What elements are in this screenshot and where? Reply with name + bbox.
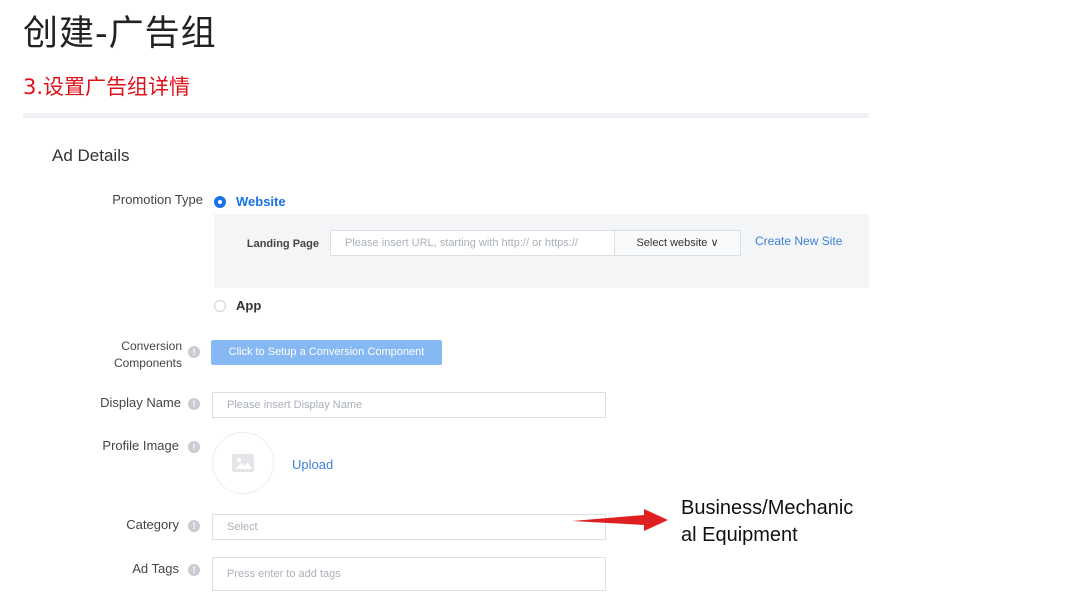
upload-link[interactable]: Upload xyxy=(292,457,333,472)
info-icon[interactable]: ! xyxy=(188,564,200,576)
info-icon[interactable]: ! xyxy=(188,520,200,532)
app-radio[interactable] xyxy=(214,300,226,312)
category-annotation: Business/Mechanic al Equipment xyxy=(681,495,911,549)
website-radio-label[interactable]: Website xyxy=(236,194,286,209)
select-website-dropdown[interactable]: Select website ∨ xyxy=(614,230,741,256)
info-icon[interactable]: ! xyxy=(188,441,200,453)
display-name-input[interactable]: Please insert Display Name xyxy=(212,392,606,418)
display-name-label: Display Name xyxy=(100,395,181,410)
category-label: Category xyxy=(126,517,179,532)
landing-page-input[interactable]: Please insert URL, starting with http://… xyxy=(330,230,616,256)
setup-conversion-button[interactable]: Click to Setup a Conversion Component xyxy=(211,340,442,365)
ad-tags-input[interactable]: Press enter to add tags xyxy=(212,557,606,591)
conversion-components-label: Conversion Components xyxy=(63,338,182,372)
ad-tags-label: Ad Tags xyxy=(132,561,179,576)
profile-image-avatar[interactable] xyxy=(212,432,274,494)
slide-title: 创建-广告组 xyxy=(23,14,217,54)
promotion-type-label: Promotion Type xyxy=(112,192,203,207)
annotation-line2: al Equipment xyxy=(681,524,798,546)
slide-subtitle: 3.设置广告组详情 xyxy=(23,75,191,99)
app-radio-label[interactable]: App xyxy=(236,298,261,313)
conversion-label-line2: Components xyxy=(113,356,182,370)
image-placeholder-icon xyxy=(232,454,254,472)
create-new-site-link[interactable]: Create New Site xyxy=(755,234,842,248)
profile-image-label: Profile Image xyxy=(102,438,179,453)
info-icon[interactable]: ! xyxy=(188,398,200,410)
arrow-right-icon xyxy=(572,509,668,531)
annotation-line1: Business/Mechanic xyxy=(681,497,854,519)
landing-page-label: Landing Page xyxy=(246,238,319,250)
landing-page-box: Landing Page Please insert URL, starting… xyxy=(214,214,869,288)
website-radio[interactable] xyxy=(214,196,226,208)
section-title: Ad Details xyxy=(52,146,130,165)
conversion-label-line1: Conversion xyxy=(121,339,182,353)
info-icon[interactable]: ! xyxy=(188,346,200,358)
category-select[interactable]: Select xyxy=(212,514,606,540)
